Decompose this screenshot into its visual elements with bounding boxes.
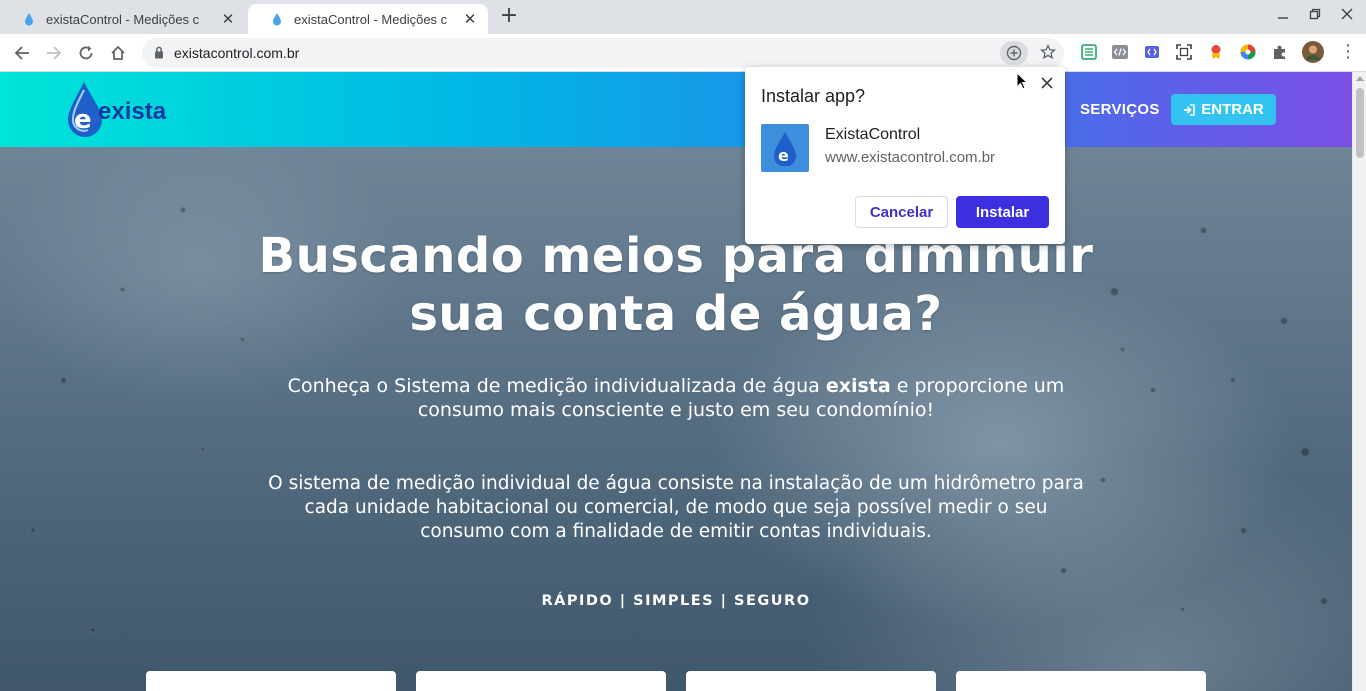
home-icon: [111, 45, 125, 60]
devtools-extension-icon[interactable]: [1143, 43, 1161, 61]
scroll-thumb[interactable]: [1356, 88, 1364, 158]
forward-arrow-icon: [47, 46, 62, 60]
cancel-button[interactable]: Cancelar: [855, 196, 948, 228]
close-tab-icon[interactable]: ✕: [462, 10, 478, 28]
exista-drop-icon: e: [774, 132, 796, 166]
hero-subtitle-brand: exista: [825, 375, 891, 397]
puzzle-extensions-icon[interactable]: [1271, 43, 1289, 61]
kebab-menu-icon[interactable]: ⋮: [1338, 42, 1358, 62]
hero-subtitle-text: Conheça o Sistema de medição individuali…: [287, 375, 826, 397]
water-drop-icon: [273, 13, 281, 26]
home-button[interactable]: [106, 41, 130, 65]
close-window-icon[interactable]: [1337, 8, 1357, 26]
close-icon: [1041, 77, 1053, 89]
forward-button[interactable]: [42, 41, 66, 65]
svg-text:e: e: [74, 105, 92, 135]
install-button[interactable]: Instalar: [956, 196, 1049, 228]
award-extension-icon[interactable]: [1207, 43, 1225, 61]
hero-title: Buscando meios para diminuir sua conta d…: [176, 227, 1176, 343]
svg-text:e: e: [778, 146, 789, 165]
tab-2[interactable]: existaControl - Medições c ✕: [248, 4, 488, 34]
browser-toolbar: existacontrol.com.br ⋮: [0, 34, 1366, 72]
dialog-close-button[interactable]: [1037, 73, 1057, 93]
logo-text: exista: [98, 98, 167, 125]
tab-strip: existaControl - Medições c ✕ existaContr…: [0, 0, 1366, 34]
tab-title: existaControl - Medições c: [46, 11, 200, 27]
page-scrollbar[interactable]: [1352, 72, 1366, 691]
minimize-icon[interactable]: [1273, 8, 1293, 26]
site-navbar: e exista SERVIÇOS ENTRAR: [0, 72, 1352, 147]
dialog-title: Instalar app?: [761, 86, 866, 106]
app-name: ExistaControl: [825, 126, 921, 143]
sign-in-icon: [1184, 103, 1196, 116]
reload-icon: [79, 46, 93, 60]
water-drop-icon: [25, 13, 33, 26]
app-url: www.existacontrol.com.br: [825, 149, 996, 166]
url-text: existacontrol.com.br: [174, 45, 300, 61]
address-bar[interactable]: existacontrol.com.br: [142, 38, 1064, 68]
hero-description: O sistema de medição individual de água …: [268, 473, 1084, 542]
new-tab-button[interactable]: +: [498, 5, 520, 28]
restore-icon[interactable]: [1305, 8, 1325, 26]
hero-subtitle: Conheça o Sistema de medição individuali…: [276, 374, 1076, 422]
entrar-label: ENTRAR: [1201, 101, 1264, 118]
web-page: e exista SERVIÇOS ENTRAR Buscando meios …: [0, 72, 1352, 691]
install-app-button[interactable]: [1000, 41, 1028, 65]
nav-link-servicos[interactable]: SERVIÇOS: [1080, 101, 1160, 118]
close-tab-icon[interactable]: ✕: [220, 10, 236, 28]
app-icon: e: [761, 124, 809, 172]
install-app-dialog: Instalar app? e ExistaControl www.exista…: [745, 67, 1065, 244]
feature-card: [416, 671, 666, 691]
tab-title: existaControl - Medições c: [294, 11, 448, 27]
sheets-extension-icon[interactable]: [1080, 43, 1098, 61]
tab-1[interactable]: existaControl - Medições c ✕: [0, 4, 246, 34]
screenshot-extension-icon[interactable]: [1175, 43, 1193, 61]
scroll-up-arrow-icon[interactable]: [1356, 76, 1364, 81]
feature-card: [686, 671, 936, 691]
hero-title-line-2: sua conta de água?: [409, 286, 943, 342]
feature-card: [956, 671, 1206, 691]
feature-card: [146, 671, 396, 691]
hero-tagline: RÁPIDO | SIMPLES | SEGURO: [541, 593, 811, 609]
mouse-cursor-icon: [1016, 72, 1028, 90]
profile-avatar-icon[interactable]: [1302, 41, 1324, 63]
install-plus-icon: [1006, 45, 1022, 61]
color-wheel-extension-icon[interactable]: [1239, 43, 1257, 61]
back-arrow-icon: [14, 46, 29, 60]
back-button[interactable]: [10, 41, 34, 65]
entrar-button[interactable]: ENTRAR: [1171, 94, 1276, 125]
reload-button[interactable]: [74, 41, 98, 65]
code-extension-icon[interactable]: [1111, 43, 1129, 61]
bookmark-star-icon[interactable]: [1040, 44, 1056, 60]
lock-icon: [155, 46, 163, 59]
